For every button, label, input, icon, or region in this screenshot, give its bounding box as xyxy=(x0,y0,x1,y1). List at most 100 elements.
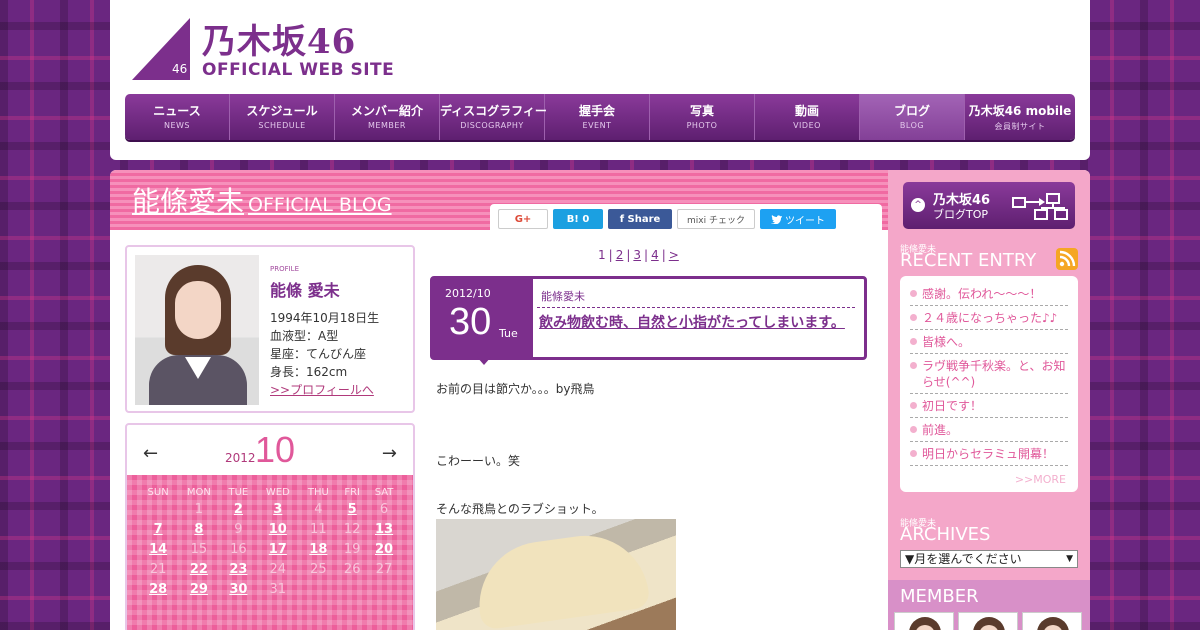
profile-name: 能條 愛未 xyxy=(270,281,340,300)
hatena-bookmark-button[interactable]: B! 0 xyxy=(553,209,603,229)
recent-entry-link[interactable]: ２４歳になっちゃった♪♪ xyxy=(910,306,1068,330)
profile-star-sign: 星座：てんびん座 xyxy=(270,347,367,361)
calendar-day-link[interactable]: 8 xyxy=(177,519,220,539)
site-header: 46 乃木坂46 OFFICIAL WEB SITE ニュース NEWS スケジュー… xyxy=(110,0,1090,160)
member-thumbnail[interactable] xyxy=(958,612,1018,630)
calendar-day-link[interactable]: 30 xyxy=(221,579,257,599)
calendar-day-link[interactable]: 14 xyxy=(139,539,177,559)
rss-icon[interactable] xyxy=(1056,248,1078,270)
nav-item-member[interactable]: メンバー紹介 MEMBER xyxy=(335,94,440,140)
calendar-day: 21 xyxy=(149,561,167,577)
entry-photo[interactable] xyxy=(436,519,676,630)
nav-item-sublabel: BLOG xyxy=(899,121,925,130)
blog-owner-title[interactable]: 能條愛未 OFFICIAL BLOG xyxy=(132,180,392,220)
facebook-share-button[interactable]: f Share xyxy=(608,209,672,229)
archives-month-select[interactable]: ▼月を選んでください ▼ xyxy=(900,550,1078,568)
calendar-day-link[interactable]: 23 xyxy=(221,559,257,579)
twitter-tweet-button[interactable]: ツイート xyxy=(760,209,836,229)
calendar-day-link[interactable]: 13 xyxy=(367,519,401,539)
nav-item-photo[interactable]: 写真 PHOTO xyxy=(650,94,755,140)
recent-entry-link[interactable]: 感謝。伝われ〜〜〜！ xyxy=(910,282,1068,306)
recent-entry-list: 感謝。伝われ〜〜〜！ ２４歳になっちゃった♪♪ 皆様へ。 ラヴ戦争千秋楽。と、お知らせ… xyxy=(900,276,1078,492)
nav-item-sublabel: EVENT xyxy=(582,121,612,130)
profile-photo xyxy=(135,255,259,405)
recent-entry-title: RECENT ENTRY xyxy=(900,250,1037,271)
nav-item-sublabel: DISCOGRAPHY xyxy=(460,121,524,130)
calendar-day: 9 xyxy=(234,521,243,537)
member-thumbnail[interactable] xyxy=(1022,612,1082,630)
nav-item-news[interactable]: ニュース NEWS xyxy=(125,94,230,140)
nav-item-schedule[interactable]: スケジュール SCHEDULE xyxy=(230,94,335,140)
nav-item-event[interactable]: 握手会 EVENT xyxy=(545,94,650,140)
recent-entry-link[interactable]: 前進。 xyxy=(910,418,1068,442)
calendar-day: 26 xyxy=(343,561,361,577)
site-logo[interactable]: 46 乃木坂46 OFFICIAL WEB SITE xyxy=(132,18,394,80)
google-plus-button[interactable]: G+ xyxy=(498,209,548,229)
archives-select-value: ▼月を選んでください xyxy=(905,552,1022,566)
calendar-day-link[interactable]: 18 xyxy=(299,539,337,559)
select-caret-icon: ▼ xyxy=(1066,554,1073,564)
calendar-day-link[interactable]: 5 xyxy=(337,499,367,519)
nav-item-blog[interactable]: ブログ BLOG xyxy=(860,94,965,140)
calendar-day: 25 xyxy=(310,561,327,577)
pagination-page-link[interactable]: 2 xyxy=(616,248,624,262)
calendar-day-link[interactable]: 20 xyxy=(367,539,401,559)
calendar-day-link[interactable]: 17 xyxy=(256,539,299,559)
recent-entry-link[interactable]: 皆様へ。 xyxy=(910,330,1068,354)
nav-item-label: 乃木坂46 mobile xyxy=(968,104,1072,118)
nav-item-sublabel: NEWS xyxy=(163,121,191,130)
calendar-day: 6 xyxy=(379,501,389,517)
calendar-weekday: MON xyxy=(186,486,211,498)
calendar-day-link[interactable]: 3 xyxy=(256,499,299,519)
blog-top-button[interactable]: ^ 乃木坂46 ブログTOP xyxy=(903,182,1075,229)
nav-item-label: 動画 xyxy=(794,104,819,118)
entry-weekday: Tue xyxy=(499,327,518,340)
profile-label: PROFILE xyxy=(270,265,300,273)
calendar-year: 2012 xyxy=(225,451,256,465)
calendar-day xyxy=(337,579,367,599)
sidebar: ^ 乃木坂46 ブログTOP 能條愛未 RECENT ENTRY 感謝。伝われ〜… xyxy=(888,170,1090,630)
calendar-day-link[interactable]: 29 xyxy=(177,579,220,599)
calendar-next-month-button[interactable]: → xyxy=(382,443,397,464)
calendar-day-link[interactable]: 28 xyxy=(139,579,177,599)
recent-more-link[interactable]: >>MORE xyxy=(1015,473,1066,486)
nav-item-mobile[interactable]: 乃木坂46 mobile 会員制サイト xyxy=(965,94,1075,140)
recent-entry-link[interactable]: 明日からセラミュ開幕！ xyxy=(910,442,1068,466)
blog-top-label-2: ブログTOP xyxy=(933,208,989,221)
recent-entry-link[interactable]: ラヴ戦争千秋楽。と、お知らせ(^^) xyxy=(910,354,1068,394)
nav-item-label: メンバー紹介 xyxy=(350,104,423,118)
calendar-weekday: SAT xyxy=(374,486,394,498)
nav-item-sublabel: PHOTO xyxy=(686,121,718,130)
profile-card: PROFILE 能條 愛未 1994年10月18日生 血液型：A型 星座：てんび… xyxy=(125,245,415,413)
entry-date: 2012/10 30 Tue xyxy=(433,279,533,357)
nav-item-sublabel: MEMBER xyxy=(368,121,406,130)
calendar-day-link[interactable]: 2 xyxy=(221,499,257,519)
calendar-prev-month-button[interactable]: ← xyxy=(143,443,158,464)
nav-item-discography[interactable]: ディスコグラフィー DISCOGRAPHY xyxy=(440,94,547,140)
member-thumbnail[interactable] xyxy=(894,612,954,630)
entry-divider xyxy=(537,307,855,308)
entry-year-month: 2012/10 xyxy=(445,287,491,300)
entry-paragraph: こわーーい。笑 xyxy=(436,454,521,468)
calendar-day xyxy=(367,579,401,599)
pagination-page-link[interactable]: 3 xyxy=(633,248,641,262)
entry-title-link[interactable]: 飲み物飲む時、自然と小指がたってしまいます。 xyxy=(539,315,855,332)
calendar-day-link[interactable]: 10 xyxy=(256,519,299,539)
recent-entry-link[interactable]: 初日です！ xyxy=(910,394,1068,418)
calendar-weekday: SUN xyxy=(147,486,169,498)
profile-more-link[interactable]: >>プロフィールへ xyxy=(270,381,410,399)
logo-number: 46 xyxy=(172,62,188,76)
calendar-day-link[interactable]: 22 xyxy=(177,559,220,579)
chevron-up-icon: ^ xyxy=(911,198,925,212)
nav-item-video[interactable]: 動画 VIDEO xyxy=(755,94,860,140)
nav-item-sublabel: SCHEDULE xyxy=(258,121,306,130)
calendar-day-link[interactable]: 7 xyxy=(139,519,177,539)
calendar-day xyxy=(299,579,337,599)
member-section: MEMBER xyxy=(888,580,1090,630)
pagination-page-link[interactable]: 4 xyxy=(651,248,659,262)
mixi-check-button[interactable]: mixi チェック xyxy=(677,209,755,229)
calendar-day: 19 xyxy=(343,541,361,557)
entry-day: 30 xyxy=(449,301,492,343)
blog-calendar: ← 2012 10 → SUN MON TUE WED THU FRI SAT 123456… xyxy=(125,423,415,630)
pagination-next-link[interactable]: > xyxy=(669,248,679,262)
